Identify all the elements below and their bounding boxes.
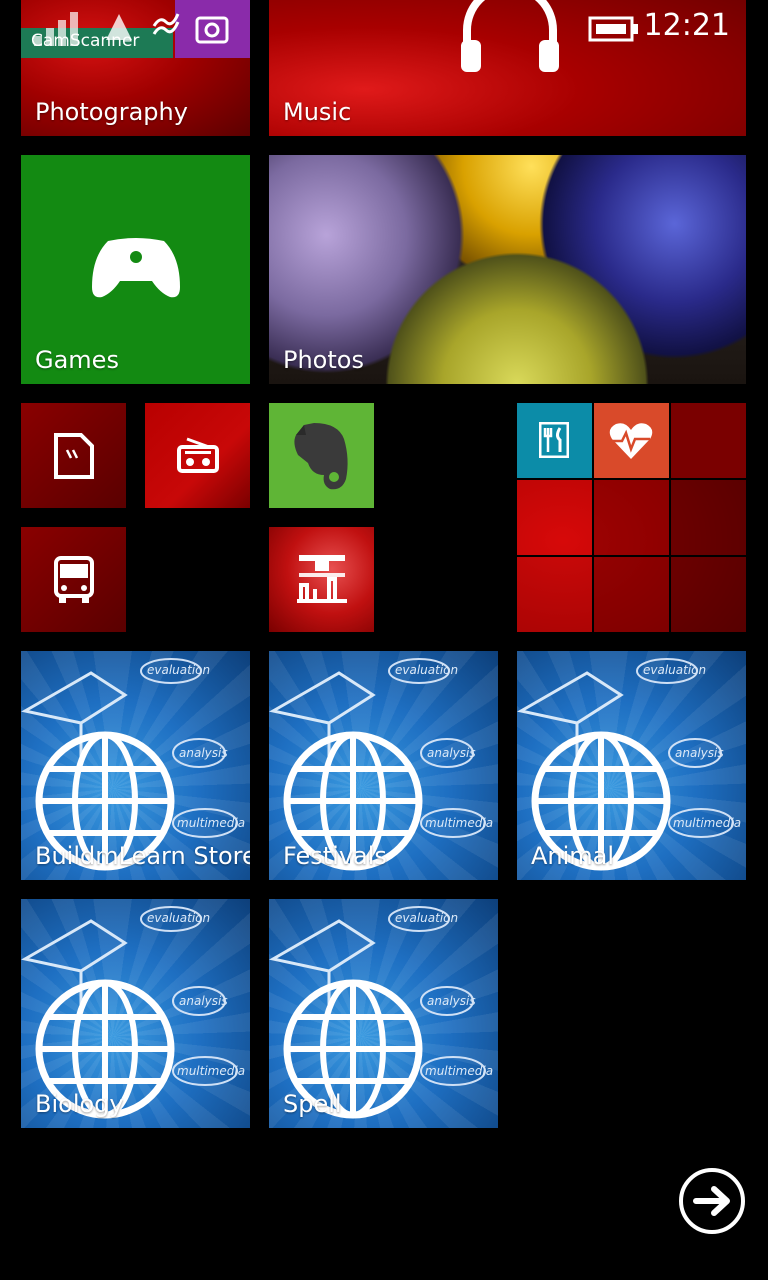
tile-festivals[interactable]: evaluation analysis multimedia Festivals <box>269 651 498 880</box>
tile-biology[interactable]: evaluation analysis multimedia Biology <box>21 899 250 1128</box>
mini-tile-empty[interactable] <box>671 480 746 555</box>
tile-group-folder[interactable] <box>517 403 746 632</box>
mini-tile-food[interactable] <box>517 403 592 478</box>
mini-tile-empty[interactable] <box>594 557 669 632</box>
tile-spell[interactable]: evaluation analysis multimedia Spell <box>269 899 498 1128</box>
fork-knife-icon <box>539 422 569 458</box>
mini-tile-empty[interactable] <box>594 480 669 555</box>
globe-word-evaluation: evaluation <box>147 663 211 677</box>
grid-divider <box>669 403 671 632</box>
tile-games[interactable]: Games <box>21 155 250 384</box>
mini-tile-health[interactable] <box>594 403 669 478</box>
mini-tile-empty[interactable] <box>517 557 592 632</box>
globe-word-analysis: analysis <box>427 746 476 760</box>
headphones-icon <box>461 0 559 72</box>
all-apps-button[interactable] <box>678 1167 746 1235</box>
camscanner-label: CamScanner <box>31 31 140 51</box>
tile-radio[interactable] <box>145 403 250 508</box>
tile-photography-label: Photography <box>35 98 188 126</box>
globe-word-multimedia: multimedia <box>425 816 494 830</box>
tile-festivals-label: Festivals <box>283 842 387 870</box>
radio-icon <box>177 437 219 473</box>
notification-app-icon <box>175 0 250 58</box>
globe-word-evaluation: evaluation <box>147 911 211 925</box>
tile-animal[interactable]: evaluation analysis multimedia Animal <box>517 651 746 880</box>
tile-evernote[interactable] <box>269 403 374 508</box>
globe-word-evaluation: evaluation <box>643 663 707 677</box>
grid-divider <box>517 555 746 557</box>
globe-word-multimedia: multimedia <box>177 1064 246 1078</box>
evernote-elephant-icon <box>294 423 348 490</box>
globe-word-evaluation: evaluation <box>395 911 459 925</box>
globe-word-multimedia: multimedia <box>425 1064 494 1078</box>
tile-biology-label: Biology <box>35 1090 124 1118</box>
mini-tile-empty[interactable] <box>671 403 746 478</box>
tile-photos[interactable]: Photos <box>269 155 746 384</box>
globe-word-analysis: analysis <box>675 746 724 760</box>
globe-word-evaluation: evaluation <box>395 663 459 677</box>
document-icon <box>54 433 94 479</box>
tile-spell-label: Spell <box>283 1090 342 1118</box>
arrow-right-circle-icon <box>679 1168 745 1234</box>
mini-tile-empty[interactable] <box>671 557 746 632</box>
tile-games-label: Games <box>35 346 119 374</box>
bus-icon <box>54 556 94 603</box>
heart-pulse-icon <box>609 423 653 459</box>
tile-music[interactable]: Music <box>269 0 746 136</box>
xbox-controller-icon <box>92 238 180 298</box>
tile-transit[interactable] <box>21 527 126 632</box>
tile-photography[interactable]: CamScanner Photography <box>21 0 250 136</box>
tile-buildmlearn-store[interactable]: evaluation analysis multimedia BuildmLea… <box>21 651 250 880</box>
mini-tile-empty[interactable] <box>517 480 592 555</box>
tile-app-sparkle[interactable] <box>269 527 374 632</box>
tile-buildmlearn-store-label: BuildmLearn Store <box>35 842 250 870</box>
camscanner-notification: CamScanner <box>21 28 173 58</box>
globe-word-analysis: analysis <box>179 994 228 1008</box>
tile-document[interactable] <box>21 403 126 508</box>
grid-divider <box>592 403 594 632</box>
grid-divider <box>517 478 746 480</box>
globe-word-multimedia: multimedia <box>177 816 246 830</box>
app-logo-icon <box>297 555 347 603</box>
globe-word-multimedia: multimedia <box>673 816 742 830</box>
globe-word-analysis: analysis <box>427 994 476 1008</box>
globe-word-analysis: analysis <box>179 746 228 760</box>
tile-photos-label: Photos <box>283 346 364 374</box>
tile-animal-label: Animal <box>531 842 615 870</box>
tile-music-label: Music <box>283 98 352 126</box>
